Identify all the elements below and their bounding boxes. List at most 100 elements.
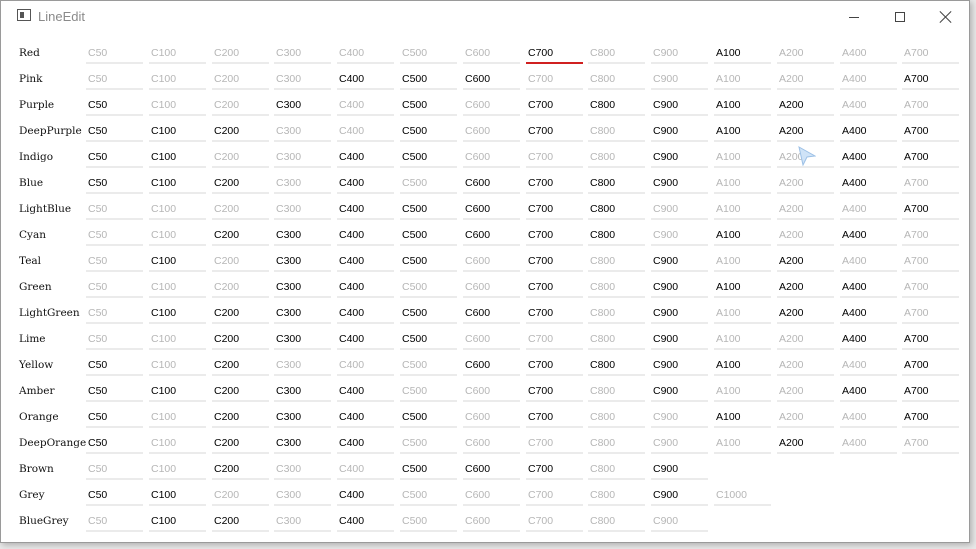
line-edit-c300[interactable]: C300 [274,66,331,90]
line-edit-c600[interactable]: C600 [463,222,520,246]
line-edit-c100[interactable]: C100 [149,482,206,506]
line-edit-c200[interactable]: C200 [212,170,269,194]
line-edit-c300[interactable]: C300 [274,92,331,116]
line-edit-c800[interactable]: C800 [588,40,645,64]
line-edit-c800[interactable]: C800 [588,300,645,324]
line-edit-c50[interactable]: C50 [86,300,143,324]
line-edit-c400[interactable]: C400 [337,66,394,90]
line-edit-c400[interactable]: C400 [337,378,394,402]
line-edit-c600[interactable]: C600 [463,456,520,480]
line-edit-c900[interactable]: C900 [651,300,708,324]
line-edit-c200[interactable]: C200 [212,40,269,64]
line-edit-c600[interactable]: C600 [463,274,520,298]
line-edit-c600[interactable]: C600 [463,430,520,454]
line-edit-a400[interactable]: A400 [840,118,897,142]
line-edit-a100[interactable]: A100 [714,196,771,220]
line-edit-a100[interactable]: A100 [714,326,771,350]
line-edit-c100[interactable]: C100 [149,170,206,194]
line-edit-c500[interactable]: C500 [400,352,457,376]
line-edit-a700[interactable]: A700 [902,40,959,64]
line-edit-c900[interactable]: C900 [651,248,708,272]
line-edit-c200[interactable]: C200 [212,144,269,168]
line-edit-c800[interactable]: C800 [588,92,645,116]
line-edit-a200[interactable]: A200 [777,170,834,194]
line-edit-c200[interactable]: C200 [212,404,269,428]
line-edit-c400[interactable]: C400 [337,326,394,350]
line-edit-c200[interactable]: C200 [212,248,269,272]
line-edit-c50[interactable]: C50 [86,430,143,454]
line-edit-c50[interactable]: C50 [86,404,143,428]
line-edit-a100[interactable]: A100 [714,352,771,376]
line-edit-c700[interactable]: C700 [526,378,583,402]
line-edit-c500[interactable]: C500 [400,508,457,532]
line-edit-a700[interactable]: A700 [902,404,959,428]
line-edit-c300[interactable]: C300 [274,196,331,220]
line-edit-a700[interactable]: A700 [902,66,959,90]
maximize-button[interactable] [877,1,923,33]
line-edit-c50[interactable]: C50 [86,170,143,194]
line-edit-a100[interactable]: A100 [714,118,771,142]
line-edit-c700[interactable]: C700 [526,118,583,142]
line-edit-a200[interactable]: A200 [777,118,834,142]
line-edit-c300[interactable]: C300 [274,404,331,428]
line-edit-c400[interactable]: C400 [337,404,394,428]
line-edit-c300[interactable]: C300 [274,430,331,454]
line-edit-c900[interactable]: C900 [651,508,708,532]
line-edit-c500[interactable]: C500 [400,92,457,116]
line-edit-a700[interactable]: A700 [902,300,959,324]
line-edit-c500[interactable]: C500 [400,456,457,480]
line-edit-a200[interactable]: A200 [777,66,834,90]
line-edit-a700[interactable]: A700 [902,222,959,246]
line-edit-c700[interactable]: C700 [526,456,583,480]
line-edit-c600[interactable]: C600 [463,352,520,376]
line-edit-c200[interactable]: C200 [212,274,269,298]
line-edit-c300[interactable]: C300 [274,40,331,64]
line-edit-c900[interactable]: C900 [651,274,708,298]
line-edit-c500[interactable]: C500 [400,66,457,90]
close-button[interactable] [923,1,969,33]
line-edit-c800[interactable]: C800 [588,196,645,220]
line-edit-c400[interactable]: C400 [337,222,394,246]
line-edit-c50[interactable]: C50 [86,326,143,350]
line-edit-c50[interactable]: C50 [86,378,143,402]
line-edit-c600[interactable]: C600 [463,378,520,402]
line-edit-a700[interactable]: A700 [902,378,959,402]
line-edit-a400[interactable]: A400 [840,66,897,90]
line-edit-a700[interactable]: A700 [902,274,959,298]
line-edit-a100[interactable]: A100 [714,92,771,116]
line-edit-c400[interactable]: C400 [337,40,394,64]
line-edit-c100[interactable]: C100 [149,300,206,324]
line-edit-c500[interactable]: C500 [400,222,457,246]
minimize-button[interactable] [831,1,877,33]
line-edit-c50[interactable]: C50 [86,92,143,116]
line-edit-c300[interactable]: C300 [274,170,331,194]
line-edit-c800[interactable]: C800 [588,378,645,402]
line-edit-c400[interactable]: C400 [337,196,394,220]
line-edit-c900[interactable]: C900 [651,430,708,454]
line-edit-c700[interactable]: C700 [526,404,583,428]
line-edit-c500[interactable]: C500 [400,430,457,454]
line-edit-c600[interactable]: C600 [463,66,520,90]
line-edit-c500[interactable]: C500 [400,248,457,272]
line-edit-c900[interactable]: C900 [651,196,708,220]
line-edit-a200[interactable]: A200 [777,40,834,64]
line-edit-c700[interactable]: C700 [526,508,583,532]
line-edit-a700[interactable]: A700 [902,326,959,350]
line-edit-c700[interactable]: C700 [526,300,583,324]
line-edit-a400[interactable]: A400 [840,326,897,350]
line-edit-c300[interactable]: C300 [274,378,331,402]
line-edit-a100[interactable]: A100 [714,144,771,168]
line-edit-c50[interactable]: C50 [86,482,143,506]
line-edit-c800[interactable]: C800 [588,430,645,454]
line-edit-c600[interactable]: C600 [463,40,520,64]
line-edit-c400[interactable]: C400 [337,170,394,194]
line-edit-c300[interactable]: C300 [274,144,331,168]
line-edit-c100[interactable]: C100 [149,66,206,90]
line-edit-c800[interactable]: C800 [588,404,645,428]
line-edit-c800[interactable]: C800 [588,144,645,168]
line-edit-c100[interactable]: C100 [149,430,206,454]
line-edit-c600[interactable]: C600 [463,170,520,194]
line-edit-c50[interactable]: C50 [86,274,143,298]
line-edit-c300[interactable]: C300 [274,118,331,142]
line-edit-c800[interactable]: C800 [588,170,645,194]
